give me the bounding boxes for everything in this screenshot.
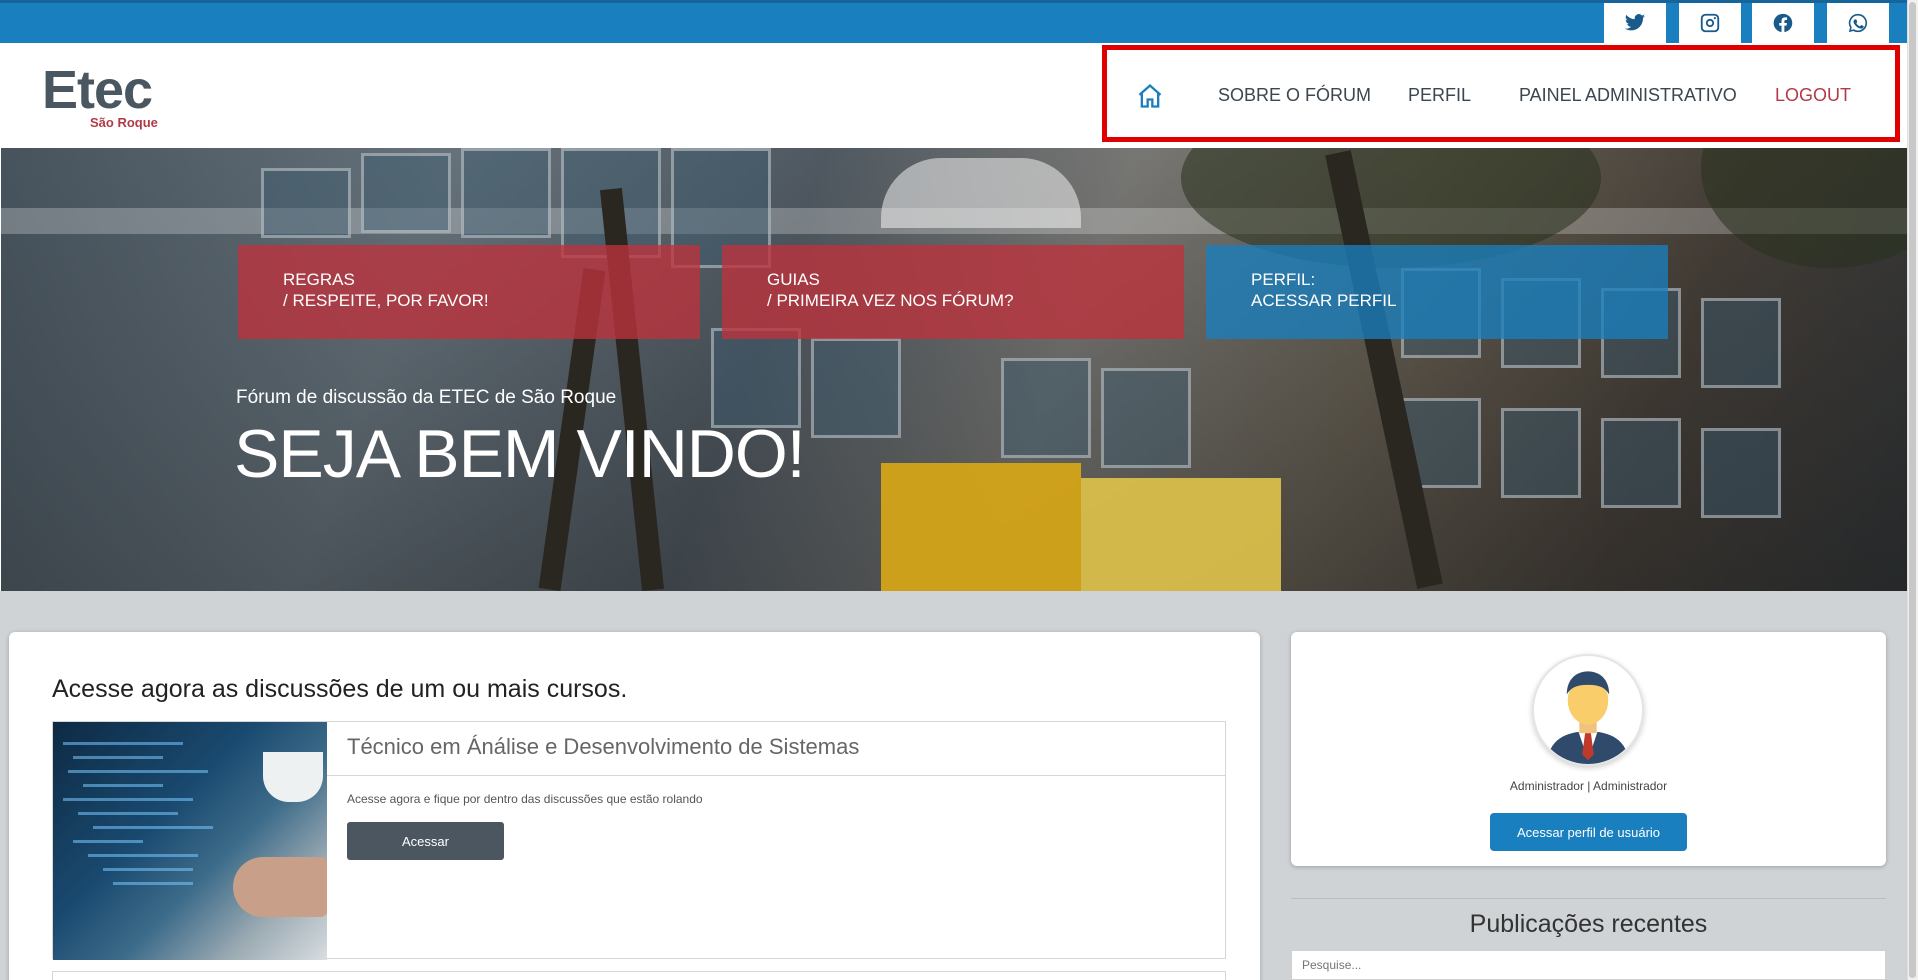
user-avatar — [1532, 654, 1644, 766]
twitter-icon — [1624, 14, 1646, 31]
home-icon — [1138, 83, 1162, 108]
course-title[interactable]: Técnico em Ánálise e Desenvolvimento de … — [327, 722, 1226, 776]
rules-card-subtitle: / RESPEITE, POR FAVOR! — [283, 291, 489, 310]
guides-card[interactable]: GUIAS / PRIMEIRA VEZ NOS FÓRUM? — [722, 245, 1184, 339]
twitter-link[interactable] — [1604, 3, 1666, 43]
nav-home[interactable] — [1136, 43, 1164, 148]
hero-banner — [1, 148, 1907, 591]
recent-posts-heading: Publicações recentes — [1469, 910, 1708, 938]
facebook-link[interactable] — [1752, 3, 1814, 43]
courses-heading: Acesse agora as discussões de um ou mais… — [52, 675, 628, 703]
scrollbar-thumb[interactable] — [1909, 2, 1916, 978]
profile-card-subtitle: ACESSAR PERFIL — [1251, 291, 1397, 310]
rules-card-title: REGRAS — [283, 270, 355, 289]
course-image — [53, 722, 327, 960]
course-access-button[interactable]: Acessar — [347, 822, 504, 860]
guides-card-title: GUIAS — [767, 270, 820, 289]
course-description: Acesse agora e fique por dentro das disc… — [347, 792, 703, 806]
nav-about-forum[interactable]: SOBRE O FÓRUM — [1218, 43, 1371, 148]
course-card: Técnico em Ánálise e Desenvolvimento de … — [52, 721, 1226, 960]
nav-admin-panel[interactable]: PAINEL ADMINISTRATIVO — [1519, 43, 1737, 148]
instagram-link[interactable] — [1679, 3, 1741, 43]
hero-subtitle: Fórum de discussão da ETEC de São Roque — [236, 387, 617, 408]
user-name: Administrador | Administrador — [1509, 779, 1668, 793]
profile-card[interactable]: PERFIL: ACESSAR PERFIL — [1206, 245, 1668, 339]
guides-card-subtitle: / PRIMEIRA VEZ NOS FÓRUM? — [767, 291, 1014, 310]
instagram-icon — [1700, 13, 1720, 33]
logo-text: Etec — [42, 60, 153, 120]
etec-logo[interactable]: Etec São Roque — [42, 60, 172, 130]
facebook-icon — [1773, 13, 1793, 33]
next-course-card — [52, 971, 1226, 980]
courses-panel: Acesse agora as discussões de um ou mais… — [9, 632, 1260, 980]
profile-card-title: PERFIL: — [1251, 270, 1316, 289]
recent-search-input[interactable] — [1291, 950, 1886, 980]
nav-logout[interactable]: LOGOUT — [1775, 43, 1851, 148]
nav-profile[interactable]: PERFIL — [1408, 43, 1471, 148]
whatsapp-icon — [1848, 13, 1868, 33]
sidebar-divider — [1291, 898, 1886, 899]
user-panel: Administrador | Administrador Acessar pe… — [1291, 632, 1886, 866]
logo-city: São Roque — [90, 115, 158, 130]
user-avatar-icon — [1547, 671, 1629, 764]
whatsapp-link[interactable] — [1827, 3, 1889, 43]
hero-title: SEJA BEM VINDO! — [234, 416, 806, 492]
user-profile-button[interactable]: Acessar perfil de usuário — [1490, 813, 1687, 851]
rules-card[interactable]: REGRAS / RESPEITE, POR FAVOR! — [238, 245, 700, 339]
